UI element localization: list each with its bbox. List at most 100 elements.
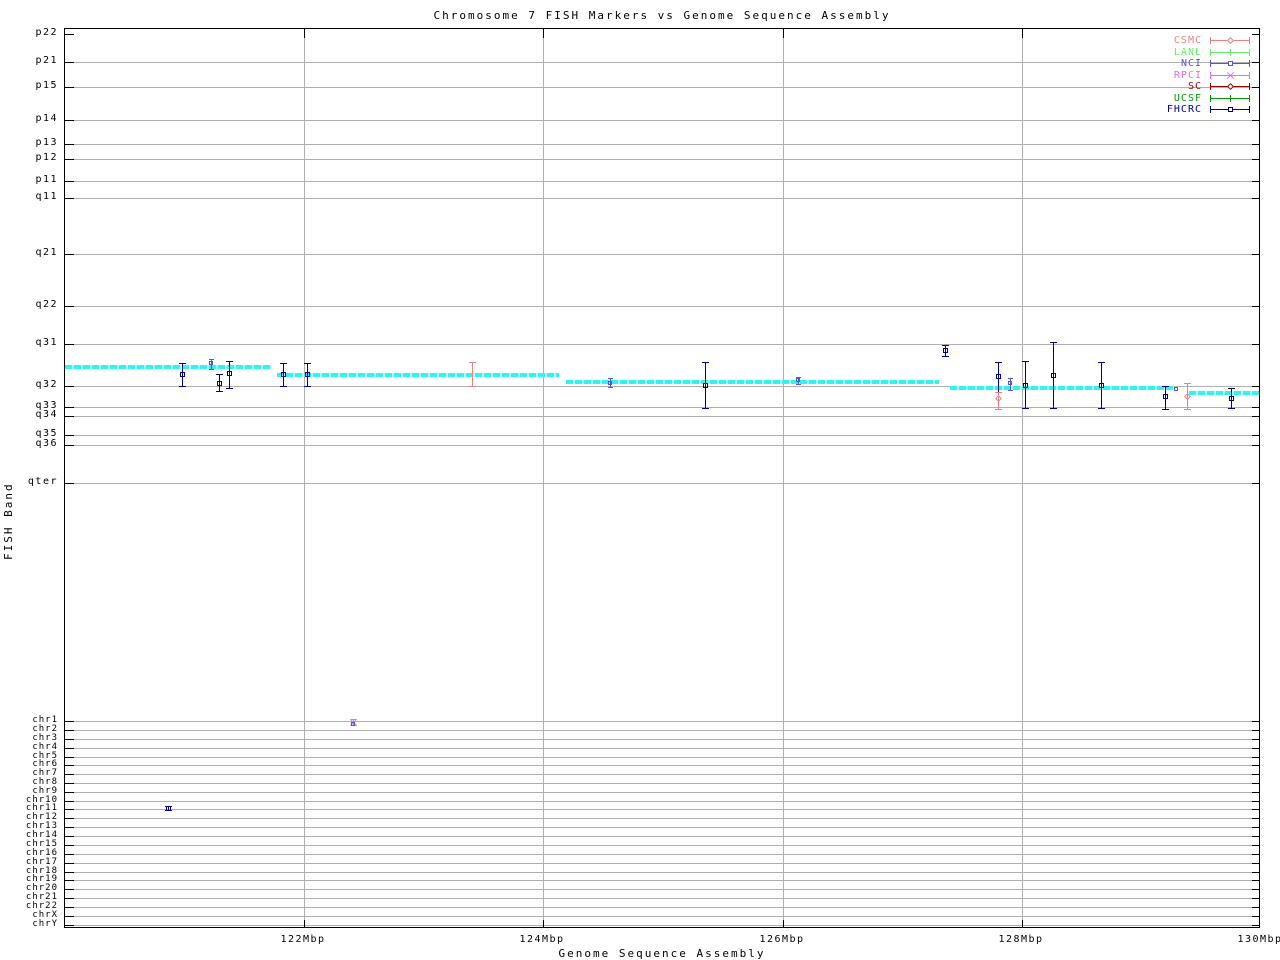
- error-bar-cap: [702, 408, 709, 409]
- gridline-horizontal: [65, 863, 1259, 864]
- y-axis-tick: [1252, 818, 1259, 819]
- legend-marker-plus: [1227, 94, 1234, 102]
- legend-cap: [1249, 48, 1250, 56]
- marker-square: [1099, 383, 1104, 388]
- y-axis-tick: [1252, 435, 1259, 436]
- gridline-horizontal: [65, 836, 1259, 837]
- y-axis-tick: [1252, 739, 1259, 740]
- gridline-horizontal: [65, 87, 1259, 88]
- y-axis-tick: [1252, 916, 1259, 917]
- y-axis-tick: [65, 845, 74, 846]
- y-axis-tick: [1252, 181, 1259, 182]
- gridline-horizontal: [65, 159, 1259, 160]
- assembly-segment: [65, 365, 271, 369]
- error-bar-cap: [179, 386, 186, 387]
- error-bar-cap: [995, 409, 1002, 410]
- y-axis-tick: [1252, 306, 1259, 307]
- error-bar-cap: [1050, 408, 1057, 409]
- chart-canvas: Chromosome 7 FISH Markers vs Genome Sequ…: [0, 0, 1280, 960]
- y-tick-label: p13: [35, 137, 58, 148]
- error-bar-cap: [796, 384, 801, 385]
- y-axis-tick: [65, 836, 74, 837]
- x-axis-tick: [304, 920, 305, 927]
- y-axis-tick: [1252, 774, 1259, 775]
- y-axis-tick: [1252, 721, 1259, 722]
- legend-entry: RPCI: [1167, 70, 1250, 82]
- error-bar-cap: [226, 388, 233, 389]
- error-bar-cap: [702, 362, 709, 363]
- y-axis-tick: [65, 159, 74, 160]
- y-axis-tick: [1252, 925, 1259, 926]
- gridline-horizontal: [65, 783, 1259, 784]
- gridline-horizontal: [65, 818, 1259, 819]
- x-axis-tick: [1022, 29, 1023, 38]
- legend: CSMC LANL NCI RPCI SC UCSF FHCRC: [1167, 35, 1250, 116]
- gridline-horizontal: [65, 765, 1259, 766]
- y-axis-tick: [65, 435, 74, 436]
- x-tick-label: 128Mbp: [998, 934, 1044, 945]
- legend-entry: CSMC: [1167, 35, 1250, 47]
- error-bar-cap: [280, 363, 287, 364]
- y-axis-tick: [65, 721, 74, 722]
- error-bar-cap: [469, 386, 476, 387]
- x-axis-label: Genome Sequence Assembly: [558, 947, 766, 960]
- gridline-horizontal: [65, 62, 1259, 63]
- gridline-horizontal: [65, 181, 1259, 182]
- marker-square: [166, 806, 171, 811]
- legend-sample: [1210, 59, 1250, 68]
- legend-marker-square: [1228, 107, 1233, 113]
- y-axis-tick: [1252, 836, 1259, 837]
- y-axis-tick: [65, 783, 74, 784]
- y-axis-tick: [65, 416, 74, 417]
- legend-cap: [1210, 71, 1211, 79]
- legend-cap: [1210, 106, 1211, 114]
- legend-sample: [1210, 48, 1250, 57]
- y-axis-tick: [65, 916, 74, 917]
- y-axis-tick: [1252, 198, 1259, 199]
- legend-marker-plus: [1227, 48, 1234, 56]
- legend-marker-square: [1228, 61, 1233, 67]
- error-bar-cap: [280, 386, 287, 387]
- y-axis-tick: [1252, 120, 1259, 121]
- y-axis-tick: [1252, 254, 1259, 255]
- gridline-horizontal: [65, 739, 1259, 740]
- gridline-horizontal: [65, 925, 1259, 926]
- gridline-horizontal: [65, 721, 1259, 722]
- legend-cap: [1210, 37, 1211, 45]
- legend-entry: SC: [1167, 81, 1250, 93]
- y-axis-tick: [1252, 416, 1259, 417]
- legend-label: RPCI: [1173, 69, 1202, 81]
- gridline-horizontal: [65, 730, 1259, 731]
- y-axis-tick: [1252, 792, 1259, 793]
- y-axis-tick: [65, 880, 74, 881]
- y-axis-tick: [65, 757, 74, 758]
- y-axis-tick: [65, 765, 74, 766]
- y-tick-label: qter: [27, 476, 58, 487]
- error-bar-cap: [1008, 378, 1013, 379]
- y-axis-tick: [1252, 159, 1259, 160]
- error-bar-cap: [209, 369, 214, 370]
- y-axis-tick: [65, 730, 74, 731]
- y-axis-tick: [1252, 889, 1259, 890]
- gridline-horizontal: [65, 792, 1259, 793]
- y-axis-tick: [65, 818, 74, 819]
- marker-square: [1163, 394, 1168, 399]
- gridline-horizontal: [65, 889, 1259, 890]
- y-tick-label: q22: [35, 299, 58, 310]
- legend-sample: [1210, 105, 1250, 114]
- legend-entry: FHCRC: [1167, 104, 1250, 116]
- y-axis-tick: [65, 792, 74, 793]
- y-axis-tick: [1252, 854, 1259, 855]
- x-tick-label: 126Mbp: [759, 934, 805, 945]
- y-axis-tick: [65, 907, 74, 908]
- error-bar-cap: [216, 391, 223, 392]
- marker-square: [351, 722, 355, 726]
- legend-label: NCI: [1180, 58, 1202, 70]
- legend-label: SC: [1187, 81, 1202, 93]
- y-axis-tick: [1252, 801, 1259, 802]
- gridline-horizontal: [65, 854, 1259, 855]
- y-tick-label: p15: [35, 80, 58, 91]
- gridline-horizontal: [65, 827, 1259, 828]
- legend-entry: UCSF: [1167, 93, 1250, 105]
- legend-sample: [1210, 82, 1250, 91]
